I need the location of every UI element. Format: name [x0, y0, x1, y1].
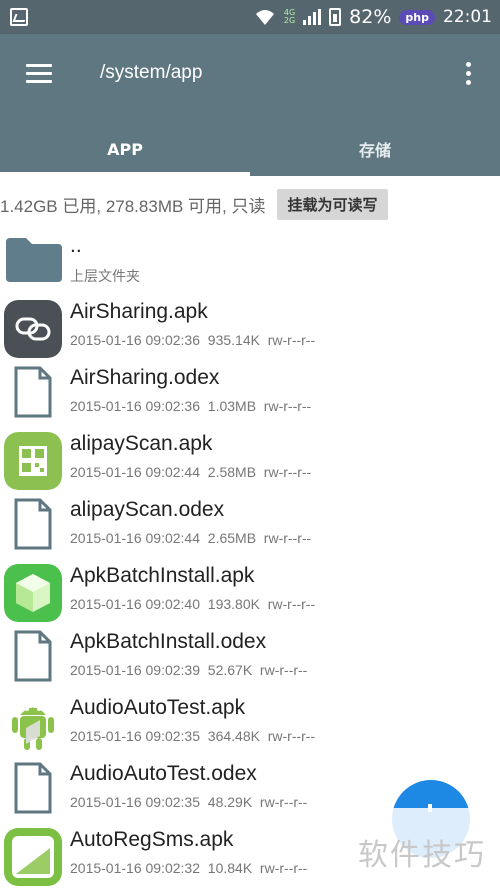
list-item[interactable]: ApkBatchInstall.odex 2015-01-16 09:02:39…: [0, 624, 500, 690]
file-meta: 上层文件夹: [70, 268, 140, 284]
battery-level: 82%: [349, 6, 392, 28]
file-meta: 2015-01-16 09:02:32 10.84K rw-r--r--: [70, 860, 308, 876]
tab-storage-label: 存储: [358, 141, 391, 160]
tab-bar: APP 存储: [0, 122, 500, 176]
network-type-bottom: 2G: [283, 16, 296, 25]
file-meta: 2015-01-16 09:02:36 1.03MB rw-r--r--: [70, 398, 312, 414]
file-meta: 2015-01-16 09:02:40 193.80K rw-r--r--: [70, 596, 316, 612]
file-name: AutoRegSms.apk: [70, 828, 234, 851]
app-bar: /system/app: [0, 34, 500, 122]
status-right: 4G 2G 82% php 22:01: [254, 6, 492, 28]
list-item[interactable]: AirSharing.apk 2015-01-16 09:02:36 935.1…: [0, 294, 500, 360]
storage-info-bar: 1.42GB 已用, 278.83MB 可用, 只读 挂载为可读写: [0, 188, 388, 220]
airsharing-app-icon: [4, 300, 62, 358]
signal-icon: [303, 9, 322, 25]
file-name: alipayScan.apk: [70, 432, 213, 455]
php-badge: php: [399, 9, 435, 25]
tab-app[interactable]: APP: [0, 122, 250, 176]
batch-install-app-icon: [4, 564, 62, 622]
document-icon: [14, 366, 52, 418]
list-item[interactable]: alipayScan.apk 2015-01-16 09:02:44 2.58M…: [0, 426, 500, 492]
folder-icon: [6, 238, 62, 282]
file-meta: 2015-01-16 09:02:36 935.14K rw-r--r--: [70, 332, 316, 348]
mount-read-write-button[interactable]: 挂载为可读写: [277, 188, 388, 220]
gallery-notification-icon: [10, 8, 28, 26]
watermark-text: 软件技巧: [358, 838, 486, 873]
storage-usage-text: 1.42GB 已用, 278.83MB 可用, 只读: [0, 196, 266, 216]
file-name: ..: [70, 234, 82, 257]
list-item[interactable]: ApkBatchInstall.apk 2015-01-16 09:02:40 …: [0, 558, 500, 624]
android-robot-icon: [12, 707, 54, 750]
tab-storage[interactable]: 存储: [250, 122, 500, 176]
network-type: 4G 2G: [284, 9, 295, 25]
file-meta: 2015-01-16 09:02:44 2.58MB rw-r--r--: [70, 464, 312, 480]
wifi-icon: [254, 8, 276, 26]
file-name: AudioAutoTest.odex: [70, 762, 257, 785]
watermark: 软件技巧: [346, 808, 500, 889]
clock: 22:01: [443, 7, 492, 27]
battery-icon: [329, 8, 342, 26]
file-meta: 2015-01-16 09:02:44 2.65MB rw-r--r--: [70, 530, 312, 546]
file-name: AirSharing.odex: [70, 366, 220, 389]
status-bar: 4G 2G 82% php 22:01: [0, 0, 500, 34]
list-item[interactable]: alipayScan.odex 2015-01-16 09:02:44 2.65…: [0, 492, 500, 558]
file-name: ApkBatchInstall.apk: [70, 564, 255, 587]
document-icon: [14, 498, 52, 550]
file-meta: 2015-01-16 09:02:35 364.48K rw-r--r--: [70, 728, 316, 744]
file-name: ApkBatchInstall.odex: [70, 630, 267, 653]
android-app-icon: [4, 828, 62, 886]
file-name: alipayScan.odex: [70, 498, 225, 521]
tab-app-label: APP: [107, 139, 143, 159]
more-vertical-icon[interactable]: [466, 62, 472, 89]
file-name: AirSharing.apk: [70, 300, 208, 323]
list-item[interactable]: AudioAutoTest.apk 2015-01-16 09:02:35 36…: [0, 690, 500, 756]
qr-scan-app-icon: [4, 432, 62, 490]
file-meta: 2015-01-16 09:02:39 52.67K rw-r--r--: [70, 662, 308, 678]
file-meta: 2015-01-16 09:02:35 48.29K rw-r--r--: [70, 794, 308, 810]
document-icon: [14, 630, 52, 682]
current-path-title: /system/app: [100, 62, 203, 83]
document-icon: [14, 762, 52, 814]
list-item[interactable]: AirSharing.odex 2015-01-16 09:02:36 1.03…: [0, 360, 500, 426]
hamburger-menu-icon[interactable]: [26, 64, 52, 84]
list-item-parent-folder[interactable]: .. 上层文件夹: [0, 228, 500, 294]
file-name: AudioAutoTest.apk: [70, 696, 246, 719]
